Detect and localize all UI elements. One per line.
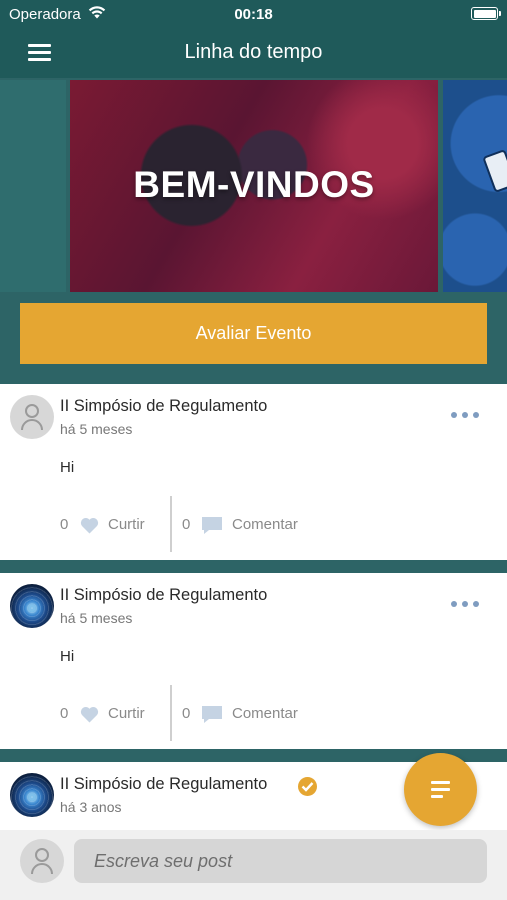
avatar[interactable]	[10, 584, 54, 628]
feed-post: II Simpósio de Regulamento há 5 meses Hi…	[0, 573, 507, 749]
more-options-icon[interactable]	[451, 599, 479, 609]
banner-slide-next[interactable]	[443, 80, 507, 292]
feed-post: II Simpósio de Regulamento há 5 meses Hi…	[0, 384, 507, 560]
comment-icon[interactable]	[201, 705, 223, 724]
like-count: 0	[60, 516, 69, 533]
comment-count: 0	[182, 516, 191, 533]
banner-slide-welcome[interactable]: BEM-VINDOS	[70, 80, 438, 292]
like-button[interactable]: Curtir	[108, 705, 145, 722]
post-time: há 5 meses	[60, 421, 133, 437]
verified-badge-icon	[298, 777, 317, 796]
heart-icon[interactable]	[80, 706, 99, 723]
compose-bar	[0, 830, 507, 900]
actions-divider	[170, 496, 172, 552]
post-actions: 0 Curtir 0 Comentar	[0, 685, 507, 741]
post-author[interactable]: II Simpósio de Regulamento	[60, 586, 267, 605]
avatar[interactable]	[10, 395, 54, 439]
post-time: há 5 meses	[60, 610, 133, 626]
post-author[interactable]: II Simpósio de Regulamento	[60, 775, 267, 794]
actions-divider	[170, 685, 172, 741]
status-bar: Operadora 00:18	[0, 0, 507, 28]
comment-icon[interactable]	[201, 516, 223, 535]
banner-carousel[interactable]: BEM-VINDOS Avaliar Evento	[0, 78, 507, 384]
post-content: Hi	[60, 459, 75, 476]
like-button[interactable]: Curtir	[108, 516, 145, 533]
battery-icon	[471, 7, 501, 20]
like-count: 0	[60, 705, 69, 722]
banner-text: BEM-VINDOS	[133, 164, 375, 205]
page-title: Linha do tempo	[184, 41, 323, 63]
clock: 00:18	[234, 6, 273, 23]
phone-illustration	[482, 149, 507, 193]
post-actions: 0 Curtir 0 Comentar	[0, 496, 507, 552]
post-content: Hi	[60, 648, 75, 665]
comment-button[interactable]: Comentar	[232, 705, 298, 722]
navigation-bar: Linha do tempo	[0, 28, 507, 78]
rate-event-button[interactable]: Avaliar Evento	[20, 303, 487, 364]
filter-fab-button[interactable]	[404, 753, 477, 826]
comment-button[interactable]: Comentar	[232, 516, 298, 533]
compose-post-input[interactable]	[74, 839, 487, 883]
user-silhouette-icon	[31, 848, 53, 875]
more-options-icon[interactable]	[451, 410, 479, 420]
user-avatar	[20, 839, 64, 883]
comment-count: 0	[182, 705, 191, 722]
avatar[interactable]	[10, 773, 54, 817]
post-author[interactable]: II Simpósio de Regulamento	[60, 397, 267, 416]
user-silhouette-icon	[21, 404, 43, 431]
post-time: há 3 anos	[60, 799, 122, 815]
banner-slide-previous[interactable]	[0, 80, 66, 292]
heart-icon[interactable]	[80, 517, 99, 534]
